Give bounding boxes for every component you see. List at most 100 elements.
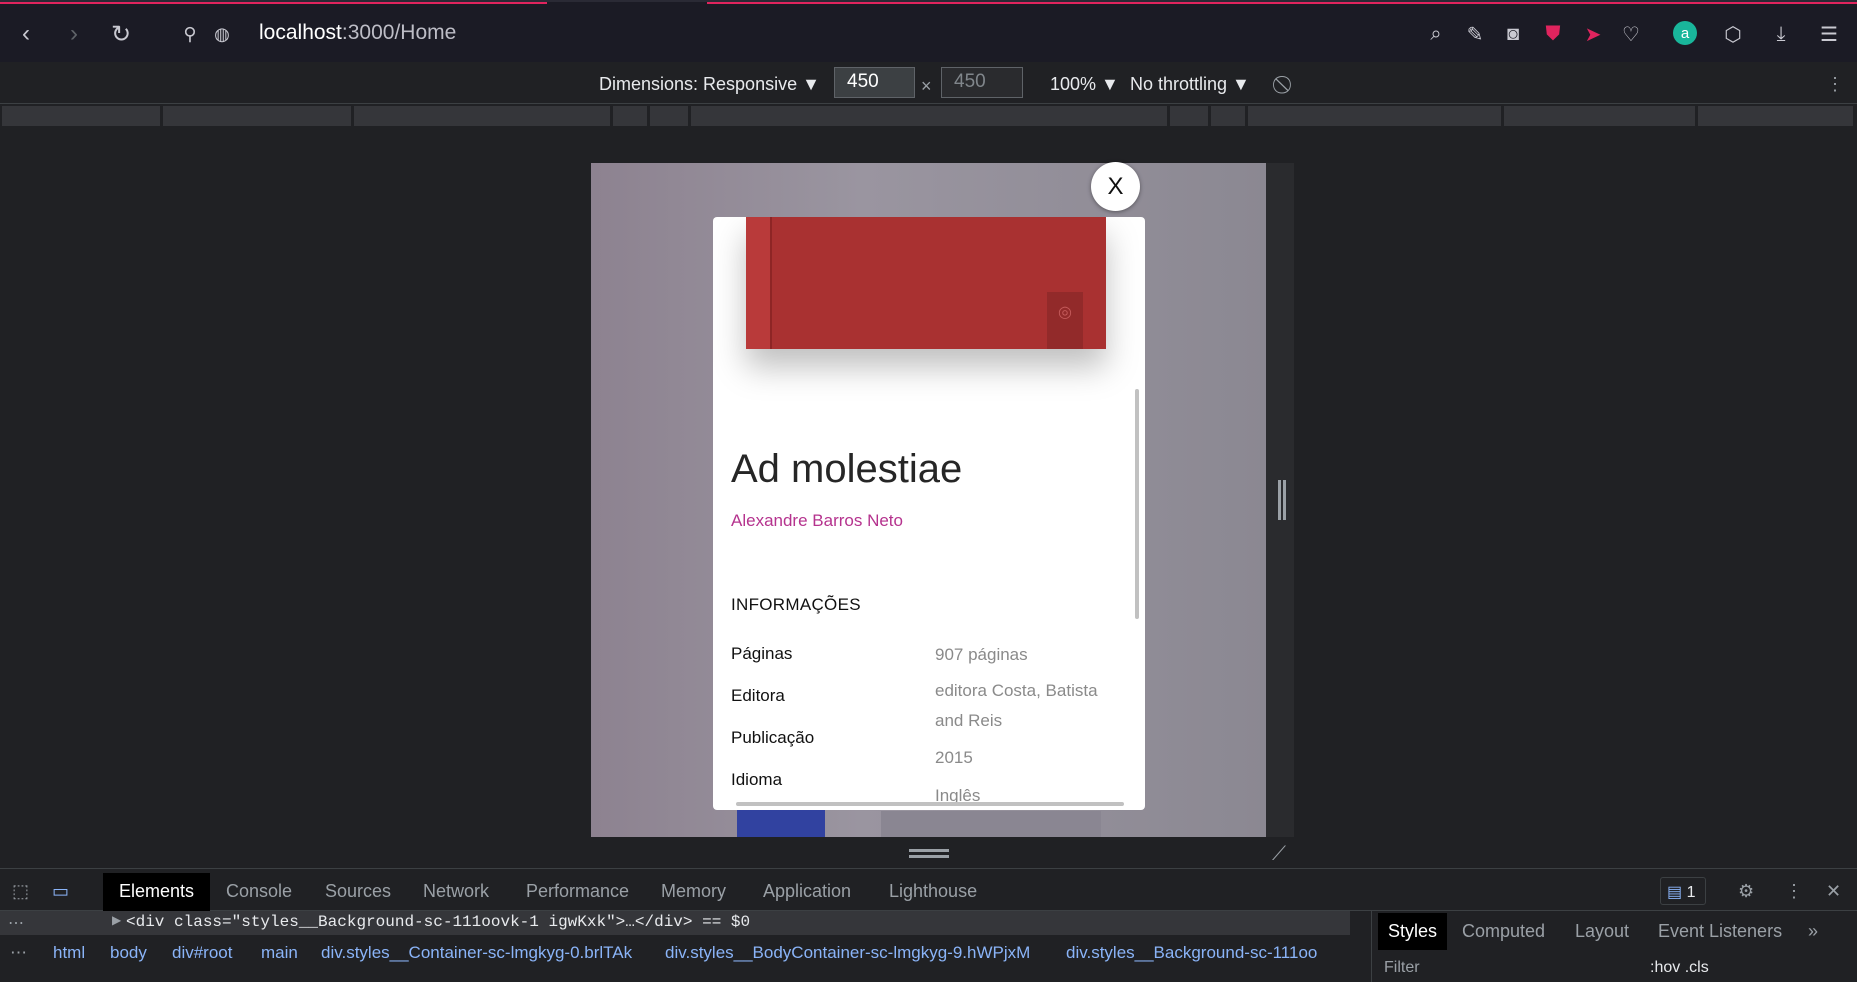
book-title: Ad molestiae [731,447,963,491]
tab-network[interactable]: Network [423,881,489,902]
media-query-segment[interactable] [691,106,1169,126]
breadcrumb: ⋯ html body div#root main div.styles__Co… [0,935,1350,969]
value-publication: 2015 [935,748,973,767]
info-heading: INFORMAÇÕES [731,595,861,614]
heart-icon[interactable]: ♡ [1618,21,1644,47]
edit-icon[interactable]: ✎ [1462,21,1488,47]
site-info-icon[interactable]: ⚲ [176,20,204,48]
tab-indicator [707,2,1857,4]
expand-arrow-icon[interactable]: ▶ [112,913,121,927]
reload-icon[interactable]: ↻ [107,20,135,48]
more-options-icon[interactable]: ⋮ [1826,74,1844,95]
tab-layout[interactable]: Layout [1575,921,1629,942]
inspect-icon[interactable]: ⬚ [12,881,29,902]
issues-count: 1 [1686,884,1696,901]
background-text [881,811,1101,837]
background-book-cover [737,809,825,837]
more-tabs-icon[interactable]: » [1808,921,1818,942]
breadcrumb-item[interactable]: div.styles__BodyContainer-sc-lmgkyg-9.hW… [665,943,1030,963]
devtools-tabs: ⬚ ▭ Elements Console Sources Network Per… [0,869,1857,911]
hov-cls-toggle[interactable]: :hov .cls [1650,959,1709,977]
resize-handle[interactable] [1278,480,1286,520]
label-publication: Publicação [731,728,815,747]
publisher-logo-icon: ◎ [1047,292,1083,349]
search-icon[interactable]: ⌕ [1423,21,1449,47]
breadcrumb-item[interactable]: html [53,943,85,963]
breadcrumb-item[interactable]: div.styles__Background-sc-111oo [1066,943,1328,963]
issues-icon: ▤ [1667,884,1683,901]
device-toolbar: Dimensions: Responsive ▼ × 100% ▼ No thr… [0,62,1857,104]
media-query-segment[interactable] [1170,106,1210,126]
media-query-segment[interactable] [1248,106,1503,126]
label-publisher: Editora [731,686,785,705]
book-modal: ◎ Ad molestiae Alexandre Barros Neto INF… [713,217,1145,810]
cube-icon[interactable]: ⬡ [1720,21,1746,47]
corner-resize-icon[interactable]: ⟋ [1272,843,1286,866]
devtools-panel: ⬚ ▭ Elements Console Sources Network Per… [0,868,1857,982]
styles-filter-input[interactable]: Filter [1384,959,1420,977]
devtools-more-icon[interactable]: ⋮ [1785,881,1803,902]
tab-indicator [0,2,547,4]
media-query-segment[interactable] [354,106,612,126]
ellipsis-icon[interactable]: ⋯ [8,913,24,933]
bottom-resize-handle[interactable] [909,849,949,859]
dom-node-code: <div class="styles__Background-sc-111oov… [126,913,751,931]
breadcrumb-item[interactable]: div.styles__Container-sc-lmgkyg-0.brlTAk [321,943,632,963]
media-query-segment[interactable] [1211,106,1247,126]
width-input[interactable]: 450 [834,67,915,98]
tab-styles[interactable]: Styles [1378,913,1448,950]
device-toggle-icon[interactable]: ▭ [52,881,69,902]
media-query-segment[interactable] [2,106,162,126]
book-spine [746,217,772,349]
book-author: Alexandre Barros Neto [731,511,903,530]
throttling-select[interactable]: No throttling ▼ [1130,74,1250,95]
tab-performance[interactable]: Performance [526,881,629,902]
tab-elements[interactable]: Elements [103,873,211,911]
modal-scrollbar[interactable] [1135,389,1139,619]
send-icon[interactable]: ➤ [1580,21,1606,47]
download-icon[interactable]: ⤓ [1768,21,1794,47]
label-pages: Páginas [731,644,793,663]
settings-gear-icon[interactable]: ⚙ [1738,881,1754,902]
avatar-icon[interactable]: a [1673,21,1697,45]
media-query-segment[interactable] [613,106,649,126]
breadcrumb-item[interactable]: div#root [172,943,232,963]
media-query-segment[interactable] [163,106,353,126]
close-devtools-icon[interactable]: ✕ [1826,881,1841,902]
media-query-segment[interactable] [1698,106,1855,126]
shield-icon[interactable]: ⛊ [1540,21,1566,47]
url-host: localhost [259,21,342,44]
value-publisher-cont: and Reis [935,711,1003,730]
tab-sources[interactable]: Sources [325,881,391,902]
issues-badge[interactable]: ▤ 1 [1660,877,1706,905]
settings-icon[interactable]: ☰ [1816,21,1842,47]
breadcrumb-item[interactable]: main [261,943,298,963]
breadcrumb-more-icon[interactable]: ⋯ [10,943,27,963]
tab-console[interactable]: Console [226,881,292,902]
label-language: Idioma [731,770,783,789]
breadcrumb-item[interactable]: body [110,943,147,963]
tab-lighthouse[interactable]: Lighthouse [889,881,977,902]
browser-top-bar: ‹ › ↻ ⚲ ◍ localhost:3000/Home ⌕ ✎ ◙ ⛊ ➤ … [0,0,1857,62]
dimensions-times: × [921,76,932,96]
forward-icon[interactable]: › [60,20,88,48]
dimensions-select[interactable]: Dimensions: Responsive ▼ [599,74,820,95]
modal-horizontal-scrollbar[interactable] [736,802,1124,806]
tab-event-listeners[interactable]: Event Listeners [1658,921,1782,942]
zoom-select[interactable]: 100% ▼ [1050,74,1119,95]
camera-icon[interactable]: ◙ [1500,21,1526,47]
media-query-segment[interactable] [650,106,690,126]
media-query-bar [0,104,1857,130]
dom-selected-line[interactable]: ⋯ ▶ <div class="styles__Background-sc-11… [0,911,1350,935]
book-cover: ◎ [746,217,1106,349]
url-path: :3000/Home [341,21,457,44]
address-bar[interactable]: localhost:3000/Home [259,21,456,45]
close-button[interactable]: X [1091,162,1140,211]
media-query-segment[interactable] [1504,106,1697,126]
tab-application[interactable]: Application [763,881,851,902]
height-input[interactable]: 450 [941,67,1023,98]
tab-computed[interactable]: Computed [1462,921,1545,942]
back-icon[interactable]: ‹ [12,20,40,48]
tab-memory[interactable]: Memory [661,881,726,902]
styles-panel: Styles Computed Layout Event Listeners »… [1371,911,1857,982]
